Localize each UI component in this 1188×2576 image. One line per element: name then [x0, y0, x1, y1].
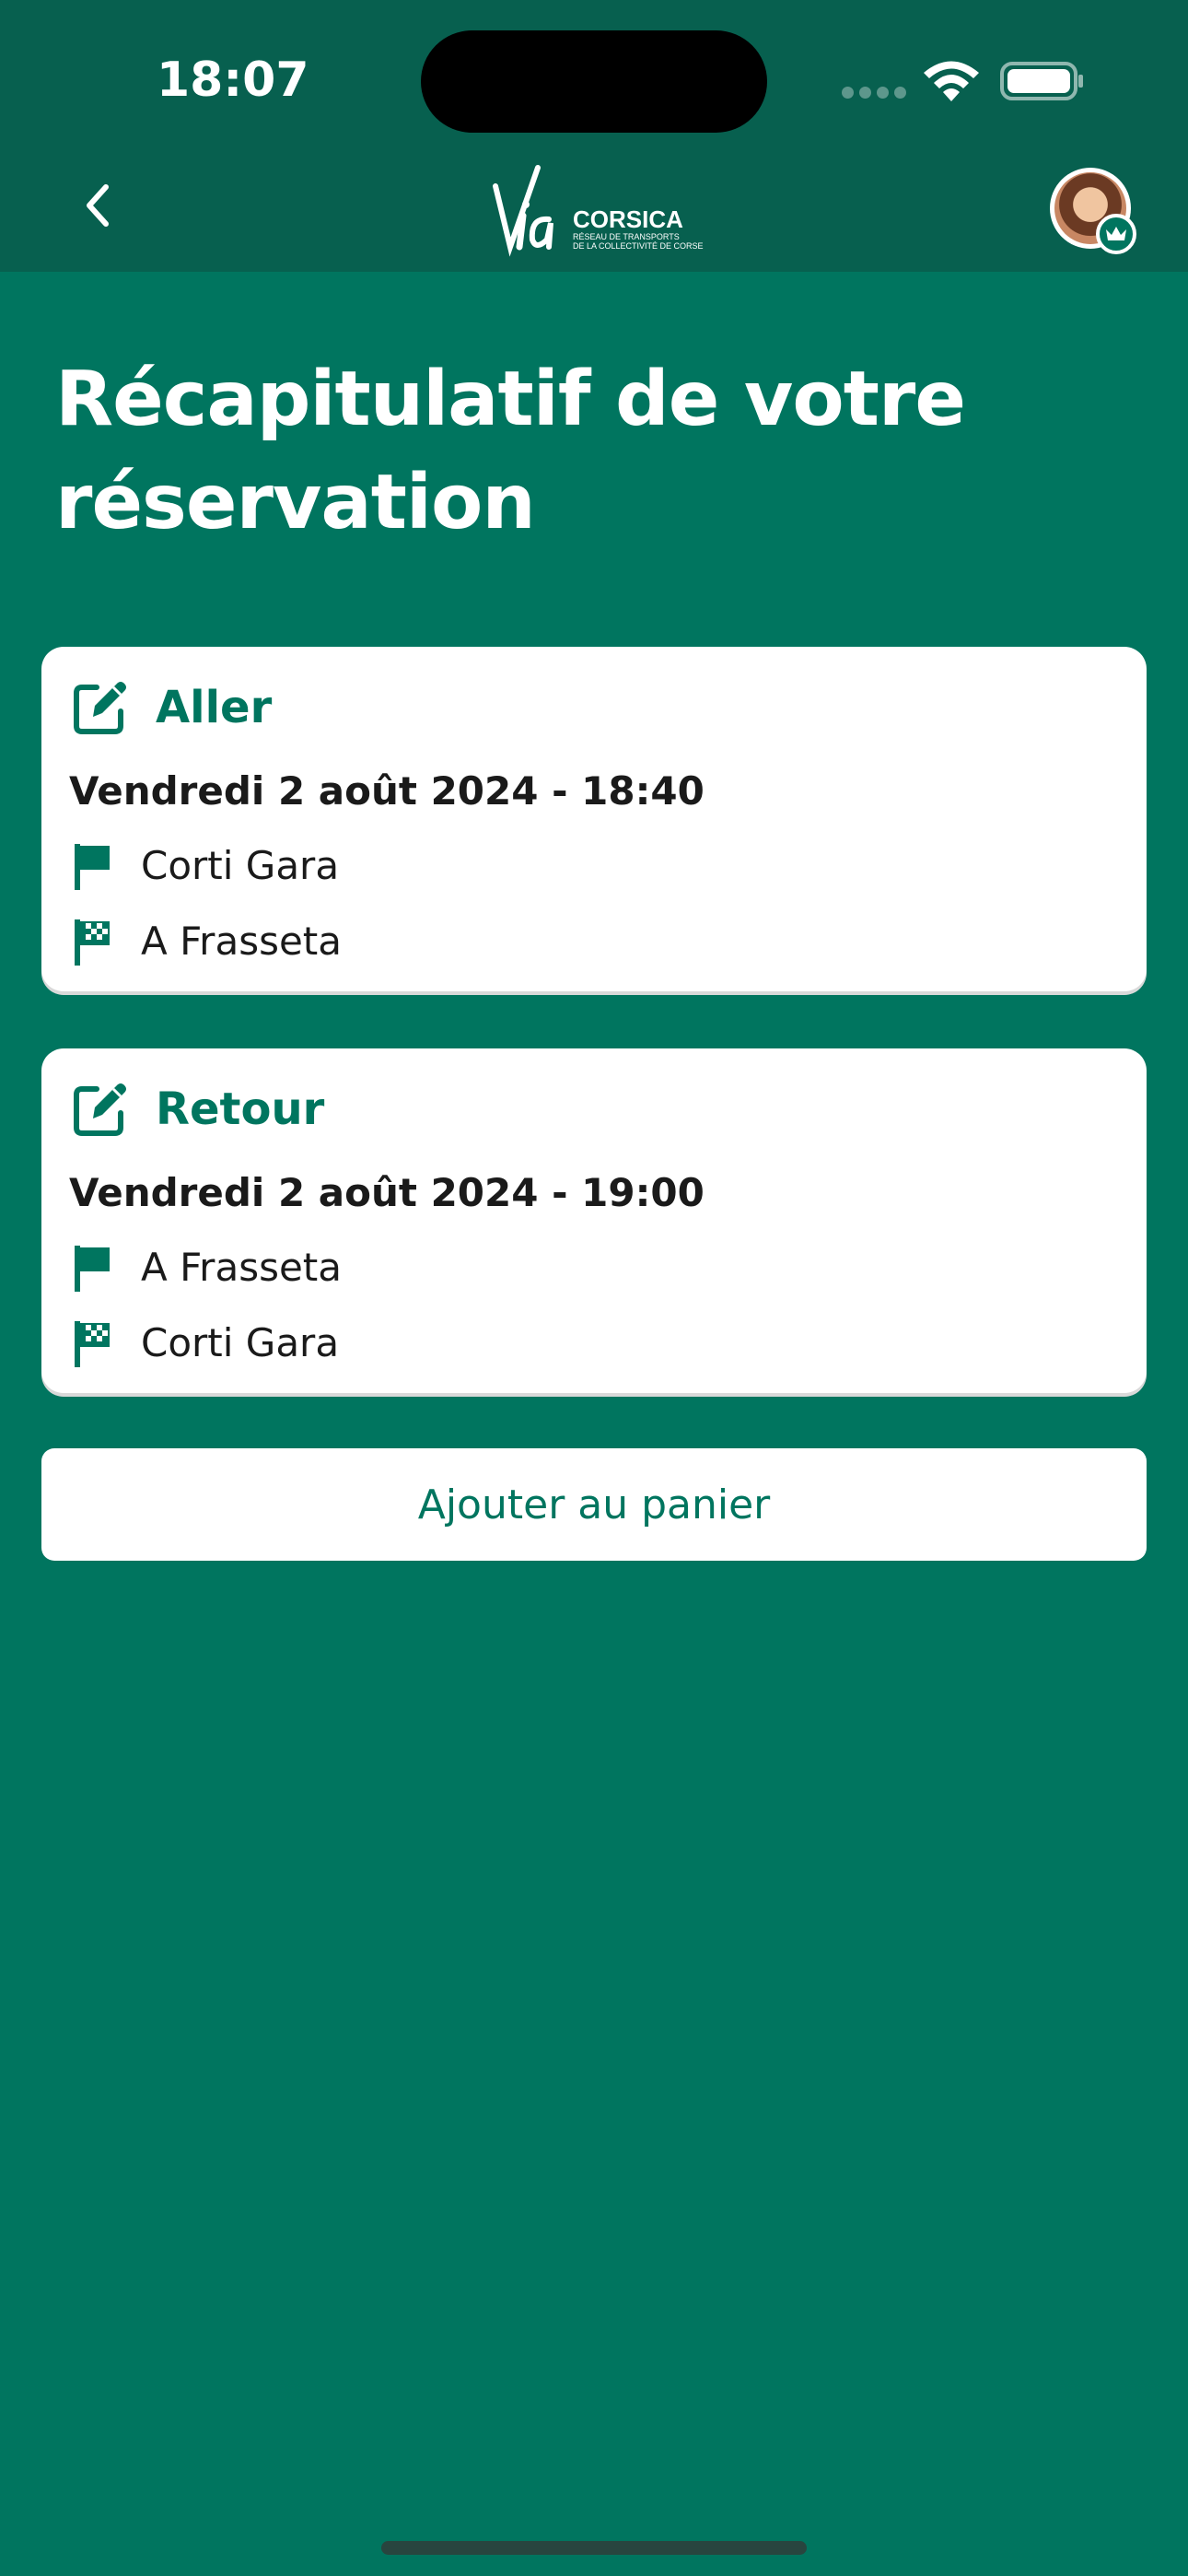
arrival-stop-name: A Frasseta: [141, 919, 342, 964]
flag-icon: [75, 1246, 110, 1292]
edit-icon: [74, 1083, 126, 1136]
edit-icon: [74, 682, 126, 734]
checkered-flag-icon: [75, 1321, 110, 1367]
battery-icon: [1000, 62, 1083, 100]
back-button[interactable]: [66, 175, 127, 236]
arrival-stop-name: Corti Gara: [141, 1320, 340, 1365]
logo-tagline-line2: DE LA COLLECTIVITÉ DE CORSE: [573, 241, 704, 251]
dynamic-island: [421, 30, 767, 133]
avatar[interactable]: [1050, 168, 1136, 254]
flag-icon: [75, 844, 110, 890]
chevron-left-icon: [87, 184, 109, 227]
edit-trip-retour-button[interactable]: Retour: [69, 1076, 324, 1142]
trip-date: Vendredi 2 août 2024 - 18:40: [69, 768, 705, 814]
departure-stop-name: A Frasseta: [141, 1245, 342, 1290]
departure-stop-name: Corti Gara: [141, 843, 340, 888]
add-to-cart-button[interactable]: Ajouter au panier: [41, 1448, 1147, 1561]
trip-title: Aller: [156, 682, 273, 733]
checkered-flag-icon: [75, 919, 110, 966]
screen: 18:07 CORSICA RÉSEAU DE TRANSPORTS DE LA…: [0, 0, 1188, 2576]
via-corsica-logo: CORSICA RÉSEAU DE TRANSPORTS DE LA COLLE…: [490, 158, 704, 262]
trip-date: Vendredi 2 août 2024 - 19:00: [69, 1170, 705, 1215]
logo-tagline-line1: RÉSEAU DE TRANSPORTS: [573, 232, 680, 241]
departure-stop: A Frasseta: [71, 1240, 342, 1295]
logo-tagline: RÉSEAU DE TRANSPORTS DE LA COLLECTIVITÉ …: [573, 232, 704, 251]
arrival-stop: A Frasseta: [71, 914, 342, 969]
logo-brand-text: CORSICA: [573, 205, 683, 233]
trip-card-aller: Aller Vendredi 2 août 2024 - 18:40 Corti…: [41, 647, 1147, 991]
status-time: 18:07: [157, 53, 309, 108]
arrival-stop: Corti Gara: [71, 1316, 339, 1371]
wifi-icon: [924, 61, 979, 101]
avatar-badge: [1096, 214, 1136, 254]
edit-trip-aller-button[interactable]: Aller: [69, 674, 272, 741]
trip-title: Retour: [156, 1083, 325, 1135]
header: 18:07 CORSICA RÉSEAU DE TRANSPORTS DE LA…: [0, 0, 1188, 272]
cellular-signal-icon: [842, 87, 906, 99]
home-indicator[interactable]: [381, 2541, 807, 2555]
departure-stop: Corti Gara: [71, 838, 339, 894]
page-title: Récapitulatif de votre réservation: [55, 356, 966, 546]
trip-card-retour: Retour Vendredi 2 août 2024 - 19:00 A Fr…: [41, 1048, 1147, 1393]
crown-icon: [1106, 227, 1126, 240]
